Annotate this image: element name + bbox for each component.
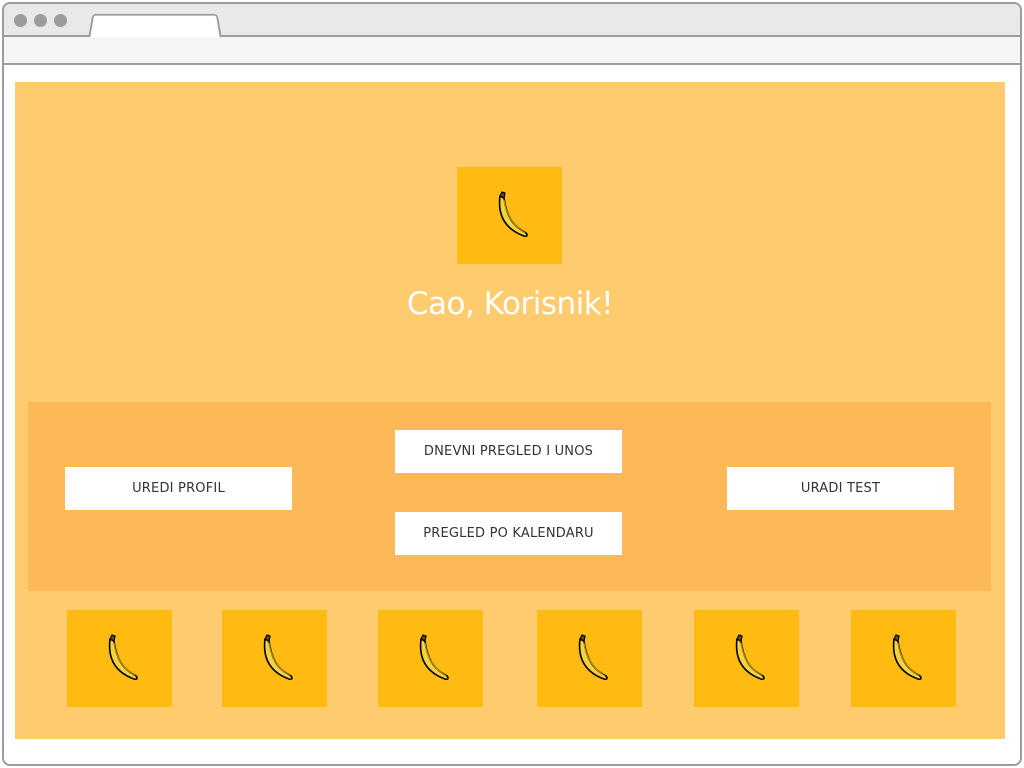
browser-tab-bar xyxy=(4,4,1020,40)
window-maximize-dot[interactable] xyxy=(54,14,67,27)
window-minimize-dot[interactable] xyxy=(34,14,47,27)
banana-tile[interactable] xyxy=(694,610,799,707)
calendar-overview-button[interactable]: PREGLED PO KALENDARU xyxy=(395,512,622,555)
banana-icon xyxy=(263,633,293,680)
banana-tile[interactable] xyxy=(378,610,483,707)
hero-logo xyxy=(457,167,562,264)
banana-tile[interactable] xyxy=(67,610,172,707)
banana-icon xyxy=(735,633,765,680)
banana-icon xyxy=(892,633,922,680)
app-page: Cao, Korisnik! UREDI PROFIL DNEVNI PREGL… xyxy=(15,82,1005,739)
banana-tile[interactable] xyxy=(222,610,327,707)
window-close-dot[interactable] xyxy=(14,14,27,27)
daily-overview-button[interactable]: DNEVNI PREGLED I UNOS xyxy=(395,430,622,473)
banana-icon xyxy=(498,190,528,237)
banana-tile[interactable] xyxy=(537,610,642,707)
banana-icon xyxy=(578,633,608,680)
browser-tab[interactable] xyxy=(88,13,222,40)
edit-profile-button[interactable]: UREDI PROFIL xyxy=(65,467,292,510)
nav-panel: UREDI PROFIL DNEVNI PREGLED I UNOS PREGL… xyxy=(28,402,991,591)
browser-address-bar[interactable] xyxy=(4,37,1020,65)
banana-icon xyxy=(108,633,138,680)
banana-icon xyxy=(419,633,449,680)
greeting-title: Cao, Korisnik! xyxy=(406,286,614,322)
banana-tile[interactable] xyxy=(851,610,956,707)
take-test-button[interactable]: URADI TEST xyxy=(727,467,954,510)
